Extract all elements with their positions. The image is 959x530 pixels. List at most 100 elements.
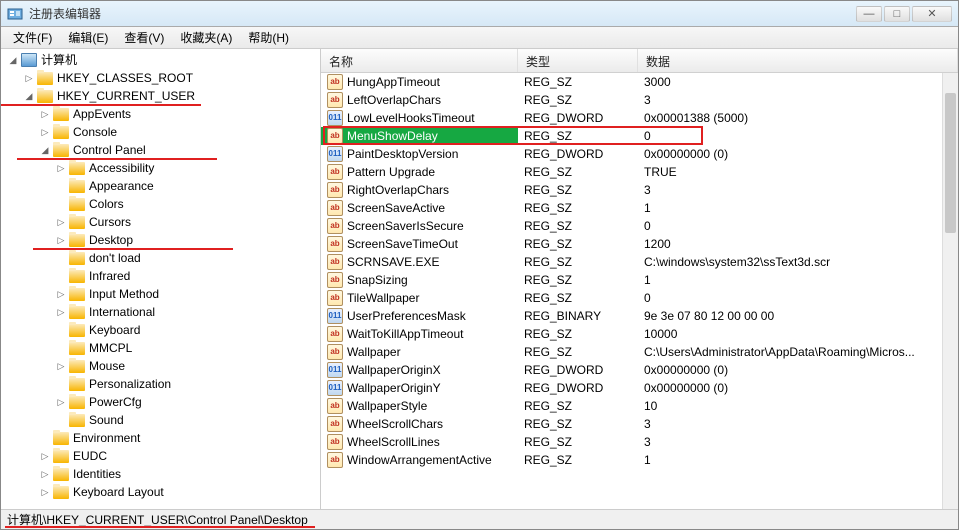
tree-key-eudc[interactable]: ▷ EUDC <box>3 447 318 465</box>
close-button[interactable]: ✕ <box>912 6 952 22</box>
value-row[interactable]: abScreenSaverIsSecureREG_SZ0 <box>321 217 958 235</box>
tree-key-console[interactable]: ▷ Console <box>3 123 318 141</box>
tree-key-mouse[interactable]: ▷Mouse <box>3 357 318 375</box>
expander-icon[interactable] <box>55 414 67 426</box>
string-value-icon: ab <box>327 128 343 144</box>
value-row[interactable]: abWindowArrangementActiveREG_SZ1 <box>321 451 958 469</box>
minimize-button[interactable]: — <box>856 6 882 22</box>
expander-icon[interactable]: ▷ <box>55 396 67 408</box>
expander-icon[interactable] <box>55 342 67 354</box>
expander-icon[interactable] <box>55 270 67 282</box>
value-row[interactable]: abWallpaperREG_SZC:\Users\Administrator\… <box>321 343 958 361</box>
col-header-name[interactable]: 名称 <box>321 49 518 72</box>
value-row[interactable]: abSnapSizingREG_SZ1 <box>321 271 958 289</box>
expander-icon[interactable]: ▷ <box>55 288 67 300</box>
window-title: 注册表编辑器 <box>29 5 856 22</box>
tree-key-cursors[interactable]: ▷Cursors <box>3 213 318 231</box>
tree-node-label: Console <box>73 123 117 141</box>
folder-icon <box>69 162 85 175</box>
tree-key-identities[interactable]: ▷Identities <box>3 465 318 483</box>
tree-hive-hkcu[interactable]: ◢ HKEY_CURRENT_USER <box>3 87 318 105</box>
expander-icon[interactable]: ▷ <box>55 162 67 174</box>
menu-edit[interactable]: 编辑(E) <box>60 27 116 48</box>
tree-key-accessibility[interactable]: ▷Accessibility <box>3 159 318 177</box>
tree-key-desktop[interactable]: ▷Desktop <box>3 231 318 249</box>
value-row[interactable]: abWheelScrollCharsREG_SZ3 <box>321 415 958 433</box>
expander-icon[interactable] <box>55 378 67 390</box>
col-header-type[interactable]: 类型 <box>518 49 638 72</box>
tree-root-computer[interactable]: ◢计算机 <box>3 51 318 69</box>
tree-key-keyboard[interactable]: Keyboard <box>3 321 318 339</box>
vertical-scrollbar[interactable] <box>942 73 958 509</box>
expander-icon[interactable]: ▷ <box>55 216 67 228</box>
expander-icon[interactable]: ▷ <box>55 306 67 318</box>
value-row[interactable]: abWheelScrollLinesREG_SZ3 <box>321 433 958 451</box>
value-type: REG_SZ <box>518 397 638 415</box>
list-header: 名称 类型 数据 <box>321 49 958 73</box>
expander-icon[interactable]: ◢ <box>7 54 19 66</box>
tree-key-powercfg[interactable]: ▷PowerCfg <box>3 393 318 411</box>
value-row[interactable]: abPattern UpgradeREG_SZTRUE <box>321 163 958 181</box>
expander-icon[interactable]: ◢ <box>23 90 35 102</box>
list-body[interactable]: abHungAppTimeoutREG_SZ3000abLeftOverlapC… <box>321 73 958 509</box>
expander-icon[interactable]: ▷ <box>23 72 35 84</box>
value-row[interactable]: 011WallpaperOriginYREG_DWORD0x00000000 (… <box>321 379 958 397</box>
value-row[interactable]: 011LowLevelHooksTimeoutREG_DWORD0x000013… <box>321 109 958 127</box>
value-row[interactable]: abScreenSaveTimeOutREG_SZ1200 <box>321 235 958 253</box>
value-row[interactable]: abHungAppTimeoutREG_SZ3000 <box>321 73 958 91</box>
menu-help[interactable]: 帮助(H) <box>240 27 297 48</box>
menu-file[interactable]: 文件(F) <box>5 27 60 48</box>
value-row[interactable]: abTileWallpaperREG_SZ0 <box>321 289 958 307</box>
expander-icon[interactable] <box>55 180 67 192</box>
value-row[interactable]: abScreenSaveActiveREG_SZ1 <box>321 199 958 217</box>
expander-icon[interactable]: ▷ <box>39 486 51 498</box>
expander-icon[interactable] <box>55 324 67 336</box>
value-row[interactable]: abWaitToKillAppTimeoutREG_SZ10000 <box>321 325 958 343</box>
value-row[interactable]: abLeftOverlapCharsREG_SZ3 <box>321 91 958 109</box>
tree-key-environment[interactable]: Environment <box>3 429 318 447</box>
value-data: 0x00000000 (0) <box>638 361 958 379</box>
value-row[interactable]: 011UserPreferencesMaskREG_BINARY9e 3e 07… <box>321 307 958 325</box>
expander-icon[interactable]: ▷ <box>39 450 51 462</box>
menu-view[interactable]: 查看(V) <box>116 27 172 48</box>
expander-icon[interactable] <box>39 432 51 444</box>
string-value-icon: ab <box>327 344 343 360</box>
value-row[interactable]: 011PaintDesktopVersionREG_DWORD0x0000000… <box>321 145 958 163</box>
tree-key-keyboard-layout[interactable]: ▷ Keyboard Layout <box>3 483 318 501</box>
expander-icon[interactable]: ▷ <box>39 468 51 480</box>
scrollbar-thumb[interactable] <box>945 93 956 233</box>
tree-key-appevents[interactable]: ▷AppEvents <box>3 105 318 123</box>
tree-key-infrared[interactable]: Infrared <box>3 267 318 285</box>
tree-node-label: Keyboard Layout <box>73 483 164 501</box>
value-row[interactable]: abMenuShowDelayREG_SZ0 <box>321 127 958 145</box>
menu-favorites[interactable]: 收藏夹(A) <box>172 27 240 48</box>
expander-icon[interactable]: ▷ <box>55 360 67 372</box>
folder-icon <box>53 144 69 157</box>
tree-node-label: HKEY_CURRENT_USER <box>57 87 195 105</box>
tree-key-international[interactable]: ▷International <box>3 303 318 321</box>
expander-icon[interactable]: ◢ <box>39 144 51 156</box>
maximize-button[interactable]: □ <box>884 6 910 22</box>
value-row[interactable]: abRightOverlapCharsREG_SZ3 <box>321 181 958 199</box>
expander-icon[interactable] <box>55 198 67 210</box>
expander-icon[interactable]: ▷ <box>55 234 67 246</box>
tree-key-control-panel[interactable]: ◢Control Panel <box>3 141 318 159</box>
tree-node-label: Environment <box>73 429 140 447</box>
tree-key-sound[interactable]: Sound <box>3 411 318 429</box>
tree-key-mmcpl[interactable]: MMCPL <box>3 339 318 357</box>
tree-key-input-method[interactable]: ▷Input Method <box>3 285 318 303</box>
value-row[interactable]: 011WallpaperOriginXREG_DWORD0x00000000 (… <box>321 361 958 379</box>
tree-key-appearance[interactable]: Appearance <box>3 177 318 195</box>
tree-hive-hkcr[interactable]: ▷HKEY_CLASSES_ROOT <box>3 69 318 87</box>
expander-icon[interactable]: ▷ <box>39 126 51 138</box>
col-header-data[interactable]: 数据 <box>638 49 958 72</box>
tree-key-personalization[interactable]: Personalization <box>3 375 318 393</box>
tree-key-colors[interactable]: Colors <box>3 195 318 213</box>
expander-icon[interactable] <box>55 252 67 264</box>
tree-node-label: EUDC <box>73 447 107 465</box>
value-row[interactable]: abSCRNSAVE.EXEREG_SZC:\windows\system32\… <box>321 253 958 271</box>
value-row[interactable]: abWallpaperStyleREG_SZ10 <box>321 397 958 415</box>
expander-icon[interactable]: ▷ <box>39 108 51 120</box>
tree-key-don-t-load[interactable]: don't load <box>3 249 318 267</box>
tree-pane[interactable]: ◢计算机▷HKEY_CLASSES_ROOT ◢ HKEY_CURRENT_USER… <box>1 49 321 509</box>
